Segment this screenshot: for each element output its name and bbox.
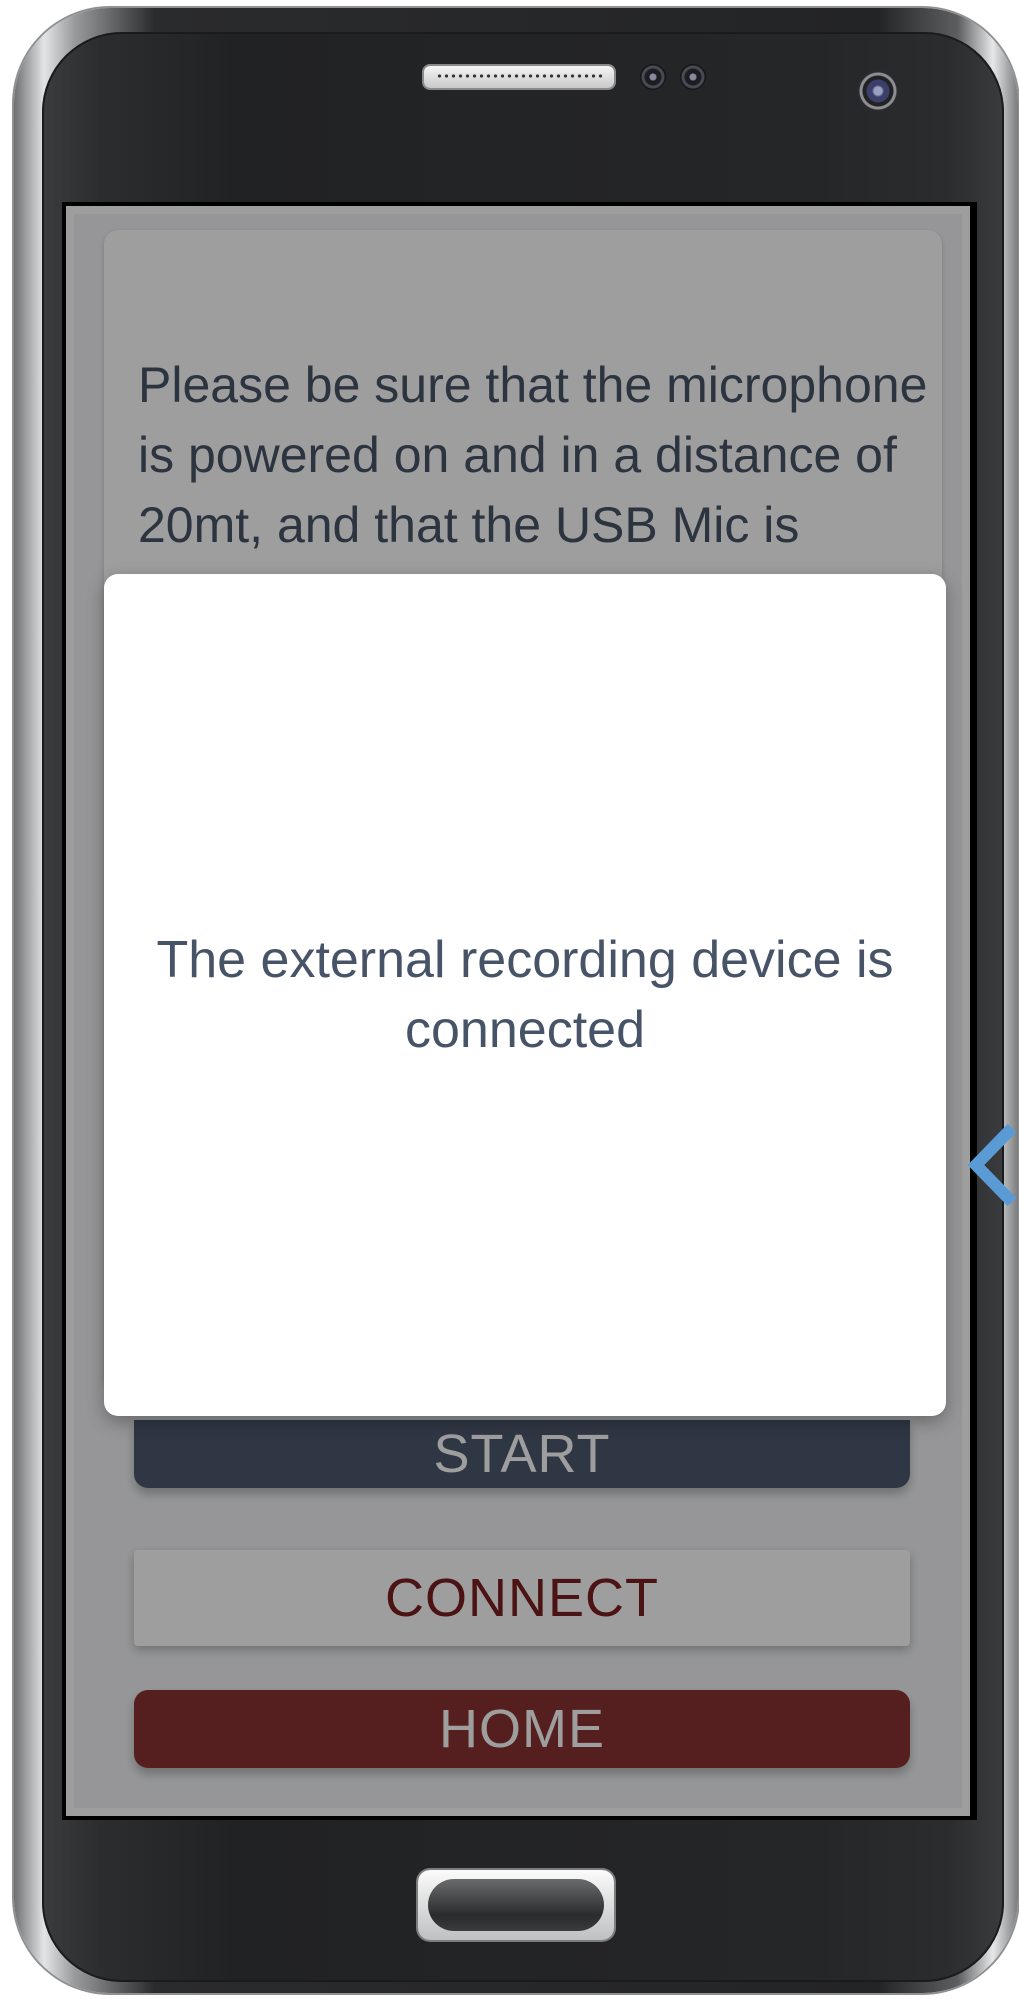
speaker-grille-icon bbox=[424, 66, 614, 88]
dialog-message: The external recording device is connect… bbox=[156, 931, 894, 1059]
phone-screen: Please be sure that the microphone is po… bbox=[66, 206, 970, 1816]
home-key-icon[interactable] bbox=[418, 1870, 614, 1940]
proximity-sensor-icon bbox=[640, 64, 666, 90]
arrow-left-icon bbox=[967, 1123, 1017, 1207]
front-camera-icon bbox=[857, 70, 899, 112]
device-mockup: Please be sure that the microphone is po… bbox=[0, 0, 1019, 2000]
connection-dialog: The external recording device is connect… bbox=[104, 574, 946, 1416]
home-key-pad bbox=[428, 1879, 604, 1931]
light-sensor-icon bbox=[680, 64, 706, 90]
speaker-holes bbox=[436, 73, 602, 79]
